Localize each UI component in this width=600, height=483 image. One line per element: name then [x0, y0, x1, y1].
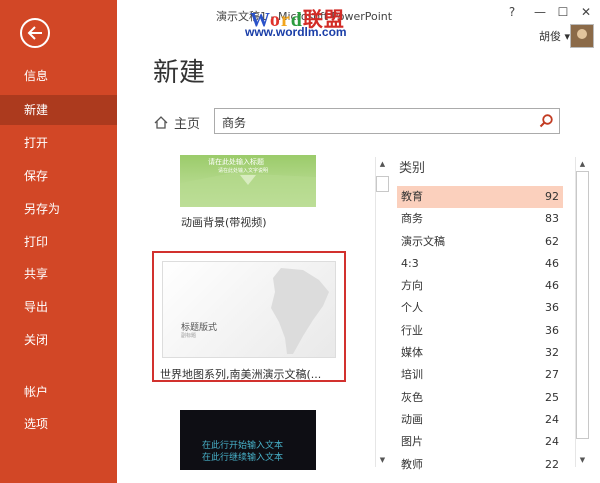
scroll-up-icon[interactable]: ▲ — [577, 159, 588, 169]
category-name: 图片 — [401, 435, 423, 449]
category-scrollbar[interactable]: ▲ ▼ — [575, 157, 589, 467]
category-name: 媒体 — [401, 346, 423, 360]
category-name: 个人 — [401, 301, 423, 315]
category-count: 22 — [545, 457, 559, 471]
category-item[interactable]: 动画 24 — [397, 409, 563, 431]
templates-scrollbar[interactable]: ▲ ▼ — [375, 157, 389, 467]
nav-export[interactable]: 导出 — [0, 292, 117, 322]
category-item[interactable]: 培训 27 — [397, 364, 563, 386]
home-link[interactable]: 主页 — [154, 113, 200, 132]
nav-open[interactable]: 打开 — [0, 128, 117, 158]
template-thumbnail-world-map[interactable]: 标题版式 副标题 — [162, 261, 336, 358]
category-name: 灰色 — [401, 390, 423, 404]
category-item[interactable]: 行业 36 — [397, 320, 563, 342]
search-input[interactable]: 商务 — [214, 108, 560, 134]
category-list: 教育 92 商务 83 演示文稿 62 4:3 46 方向 46 个人 36 行业 36 媒体… — [397, 186, 563, 476]
category-item[interactable]: 教育 92 — [397, 186, 563, 209]
template-caption[interactable]: 世界地图系列,南美洲演示文稿(... — [160, 366, 321, 382]
minimize-button[interactable]: — — [532, 5, 548, 19]
category-count: 83 — [545, 212, 559, 226]
nav-close[interactable]: 关闭 — [0, 325, 117, 355]
close-button[interactable]: ✕ — [578, 5, 594, 19]
category-count: 25 — [545, 390, 559, 404]
south-america-map-icon — [271, 268, 329, 354]
template-thumbnail-line: 在此行继续输入文本 — [202, 453, 284, 463]
nav-options[interactable]: 选项 — [0, 409, 117, 439]
template-thumbnail-subtitle: 副标题 — [181, 333, 197, 339]
nav-save-as[interactable]: 另存为 — [0, 194, 117, 224]
category-name: 动画 — [401, 412, 423, 426]
category-item[interactable]: 媒体 32 — [397, 342, 563, 364]
category-count: 46 — [545, 256, 559, 270]
home-icon — [154, 116, 168, 129]
search-icon[interactable] — [538, 113, 554, 129]
template-thumbnail-shape — [180, 173, 316, 207]
category-item[interactable]: 商务 83 — [397, 208, 563, 230]
scroll-up-icon[interactable]: ▲ — [377, 159, 388, 169]
maximize-button[interactable]: ☐ — [555, 5, 571, 19]
category-count: 36 — [545, 323, 559, 337]
nav-save[interactable]: 保存 — [0, 161, 117, 191]
category-item[interactable]: 4:3 46 — [397, 253, 563, 275]
category-name: 教师 — [401, 457, 423, 471]
category-name: 方向 — [401, 279, 423, 293]
category-name: 行业 — [401, 323, 423, 337]
nav-share[interactable]: 共享 — [0, 259, 117, 289]
category-name: 商务 — [401, 212, 423, 226]
avatar[interactable] — [570, 24, 594, 48]
template-caption[interactable]: 动画背景(带视频) — [181, 214, 267, 230]
category-item[interactable]: 灰色 25 — [397, 387, 563, 409]
backstage-sidebar: 信息 新建 打开 保存 另存为 打印 共享 导出 关闭 帐户 选项 — [0, 0, 117, 483]
category-count: 36 — [545, 301, 559, 315]
template-thumbnail-dark[interactable]: 在此行开始输入文本 在此行继续输入文本 — [180, 410, 316, 470]
page-title: 新建 — [153, 58, 206, 88]
nav-account[interactable]: 帐户 — [0, 377, 117, 407]
category-count: 32 — [545, 346, 559, 360]
search-value[interactable]: 商务 — [222, 114, 246, 131]
category-item[interactable]: 演示文稿 62 — [397, 231, 563, 253]
template-thumbnail-animated-bg[interactable]: 请在此处输入标题 请在此处输入文字说明 — [180, 155, 316, 207]
category-heading: 类别 — [399, 161, 426, 176]
category-name: 培训 — [401, 368, 423, 382]
scrollbar-thumb[interactable] — [376, 176, 389, 192]
watermark-url: www.wordlm.com — [245, 25, 347, 39]
category-count: 24 — [545, 412, 559, 426]
nav-print[interactable]: 打印 — [0, 227, 117, 257]
back-arrow-icon — [27, 26, 42, 40]
category-item[interactable]: 教师 22 — [397, 454, 563, 476]
back-button[interactable] — [20, 18, 50, 48]
category-name: 教育 — [401, 190, 423, 203]
category-name: 4:3 — [401, 256, 419, 270]
category-item[interactable]: 个人 36 — [397, 297, 563, 319]
category-item[interactable]: 图片 24 — [397, 431, 563, 453]
category-item[interactable]: 方向 46 — [397, 275, 563, 297]
user-name[interactable]: 胡俊 ▾ — [539, 28, 570, 44]
home-label: 主页 — [174, 117, 201, 132]
nav-new[interactable]: 新建 — [0, 95, 117, 125]
category-count: 62 — [545, 234, 559, 248]
scrollbar-thumb[interactable] — [576, 171, 589, 439]
scroll-down-icon[interactable]: ▼ — [577, 455, 588, 465]
category-count: 27 — [545, 368, 559, 382]
category-count: 24 — [545, 435, 559, 449]
category-count: 46 — [545, 279, 559, 293]
nav-info[interactable]: 信息 — [0, 61, 117, 91]
category-count: 92 — [545, 190, 559, 203]
category-name: 演示文稿 — [401, 234, 445, 248]
help-button[interactable]: ? — [504, 5, 520, 19]
scroll-down-icon[interactable]: ▼ — [377, 455, 388, 465]
